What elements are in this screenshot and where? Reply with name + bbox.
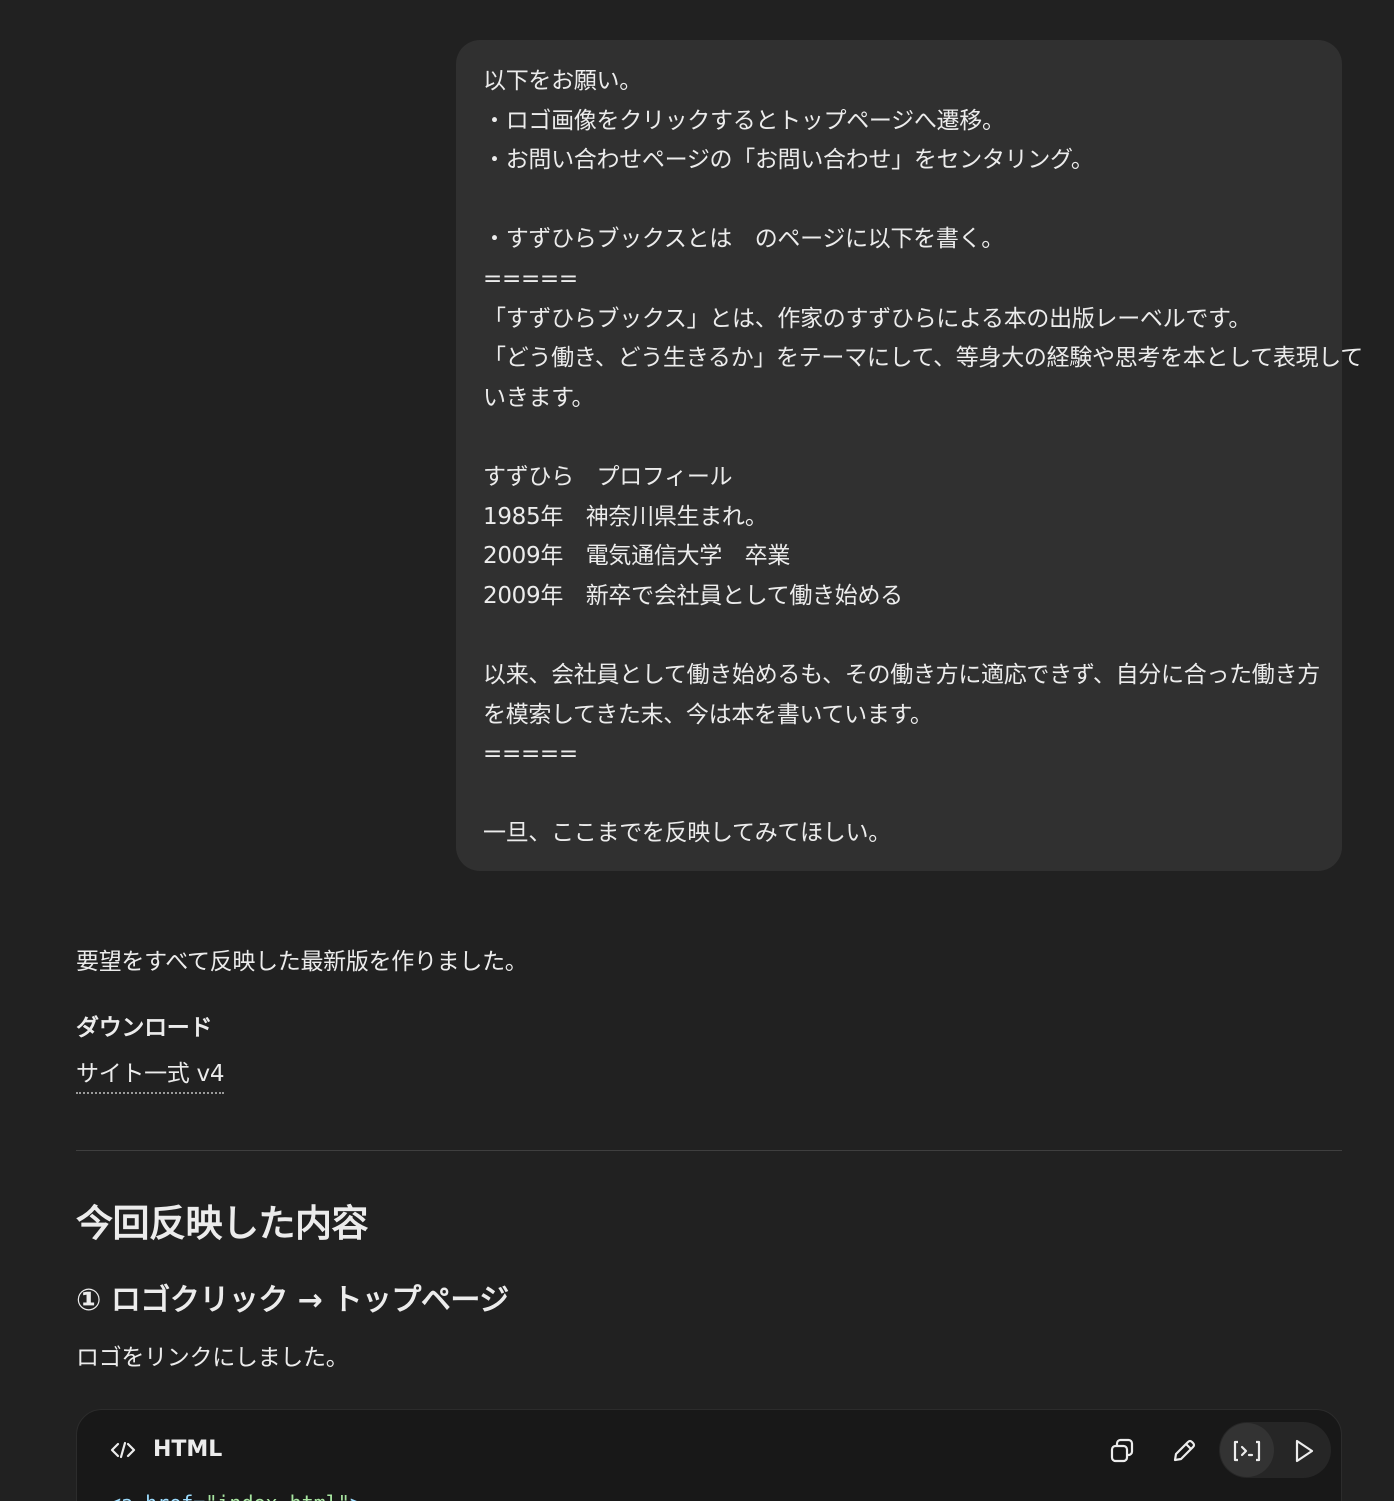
- collapse-code-button[interactable]: [1226, 1430, 1268, 1472]
- code-block: HTML <a href="index.html">: [76, 1409, 1342, 1501]
- message-line: 2009年 電気通信大学 卒業: [483, 543, 791, 570]
- section-title: 今回反映した内容: [76, 1202, 369, 1245]
- message-line: 以下をお願い。: [483, 68, 642, 94]
- code-tag: <a href=: [109, 1491, 205, 1501]
- code-content: <a href="index.html">: [109, 1488, 362, 1501]
- assistant-intro: 要望をすべて反映した最新版を作りました。: [76, 949, 528, 975]
- user-message-bubble: 以下をお願い。 ・ロゴ画像をクリックするとトップページへ遷移。 ・お問い合わせペ…: [456, 40, 1364, 871]
- message-line: =====: [483, 741, 578, 768]
- section-paragraph: ロゴをリンクにしました。: [76, 1345, 349, 1371]
- code-brackets-icon: [110, 1441, 136, 1459]
- message-line: すずひら プロフィール: [483, 463, 733, 490]
- message-line: 2009年 新卒で会社員として働き始める: [483, 582, 903, 609]
- code-language-label: HTML: [153, 1437, 223, 1462]
- message-line: ・お問い合わせページの「お問い合わせ」をセンタリング。: [483, 147, 1094, 174]
- message-line: [483, 775, 1322, 815]
- message-line: 以来、会社員として働き始めるも、その働き方に適応できず、自分に合った働き方: [483, 661, 1320, 688]
- code-collapse-icon: [1233, 1440, 1261, 1462]
- code-tag-end: >: [350, 1491, 362, 1501]
- copy-button[interactable]: [1101, 1430, 1143, 1472]
- message-line: ・ロゴ画像をクリックするとトップページへ遷移。: [483, 107, 1005, 134]
- copy-icon: [1110, 1438, 1134, 1463]
- message-line: =====: [483, 265, 578, 292]
- message-line: [483, 181, 1322, 221]
- download-link[interactable]: サイト一式 v4: [76, 1056, 224, 1094]
- message-line: [483, 418, 1322, 458]
- pencil-icon: [1173, 1439, 1196, 1462]
- message-line: いきます。: [483, 384, 595, 411]
- message-line: 「どう働き、どう生きるか」をテーマにして、等身大の経験や思考を本として表現して: [483, 345, 1364, 372]
- edit-button[interactable]: [1163, 1430, 1205, 1472]
- code-string: "index.html": [205, 1491, 350, 1501]
- download-heading: ダウンロード: [76, 1015, 213, 1041]
- message-line: [483, 616, 1322, 656]
- message-line: 1985年 神奈川県生まれ。: [483, 503, 768, 530]
- subsection-title: ① ロゴクリック → トップページ: [76, 1283, 509, 1318]
- run-code-button[interactable]: [1282, 1430, 1324, 1472]
- divider: [76, 1150, 1342, 1151]
- user-message-text: 以下をお願い。 ・ロゴ画像をクリックするとトップページへ遷移。 ・お問い合わせペ…: [483, 62, 1364, 854]
- message-line: ・すずひらブックスとは のページに以下を書く。: [483, 226, 1004, 253]
- message-line: を模索してきた末、今は本を書いています。: [483, 701, 933, 728]
- message-line: 「すずひらブックス」とは、作家のすずひらによる本の出版レーベルです。: [483, 305, 1252, 332]
- assistant-message: 要望をすべて反映した最新版を作りました。 ダウンロード サイト一式 v4: [76, 940, 1342, 1094]
- message-line: 一旦、ここまでを反映してみてほしい。: [483, 820, 891, 847]
- play-icon: [1295, 1439, 1314, 1463]
